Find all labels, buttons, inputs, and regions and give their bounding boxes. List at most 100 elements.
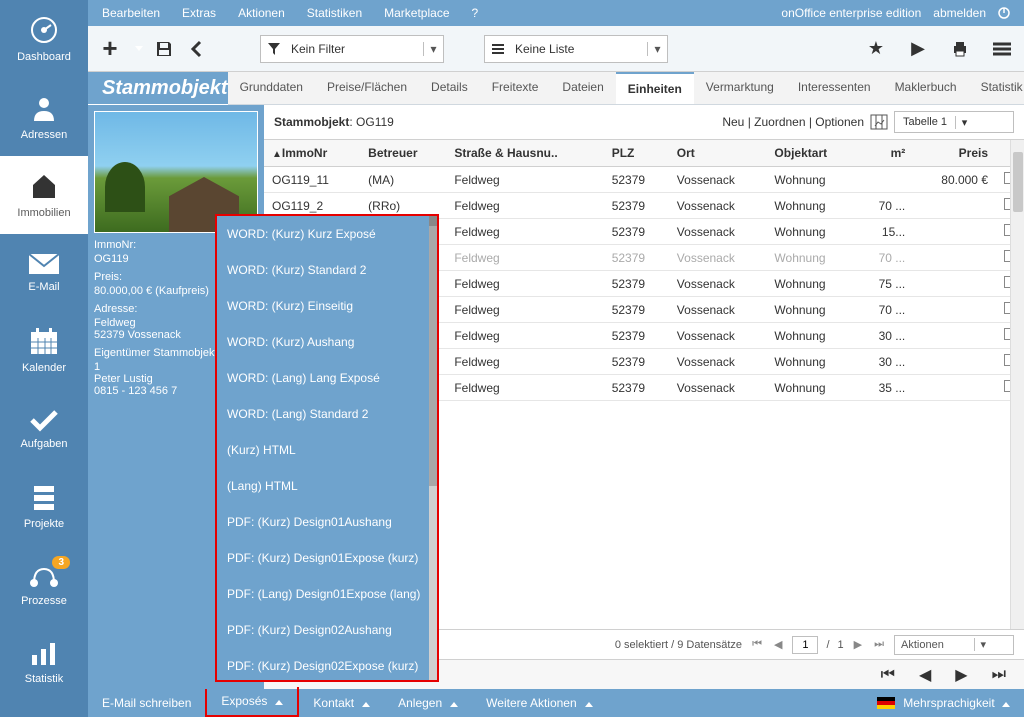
record-first-icon[interactable]: ⏮ xyxy=(881,666,895,684)
tab-interessenten[interactable]: Interessenten xyxy=(786,72,883,104)
expose-menu-item[interactable]: PDF: (Kurz) Design02Aushang xyxy=(217,612,437,648)
col-immonr[interactable]: ▲ImmoNr xyxy=(264,140,360,167)
expose-menu-item[interactable]: WORD: (Kurz) Kurz Exposé xyxy=(217,216,437,252)
col-strasse[interactable]: Straße & Hausnu.. xyxy=(446,140,603,167)
subhead-links[interactable]: Neu | Zuordnen | Optionen xyxy=(722,115,864,129)
play-icon[interactable]: ▶ xyxy=(906,37,930,61)
nav-immobilien[interactable]: Immobilien xyxy=(0,156,88,234)
table-cell: Vossenack xyxy=(669,297,767,323)
nav-email[interactable]: E-Mail xyxy=(0,234,88,312)
pager-page-input[interactable] xyxy=(792,636,818,654)
expose-menu-item[interactable]: (Lang) HTML xyxy=(217,468,437,504)
power-icon[interactable] xyxy=(998,7,1010,19)
col-m2[interactable]: m² xyxy=(857,140,913,167)
expose-menu-item[interactable]: WORD: (Kurz) Standard 2 xyxy=(217,252,437,288)
record-prev-icon[interactable]: ◀ xyxy=(919,665,931,685)
nav-dashboard[interactable]: Dashboard xyxy=(0,0,88,78)
pager-prev-icon[interactable]: ◀ xyxy=(772,638,784,651)
menu-icon[interactable] xyxy=(990,37,1014,61)
tab-maklerbuch[interactable]: Maklerbuch xyxy=(883,72,969,104)
table-cell: Wohnung xyxy=(766,297,857,323)
subheader: Stammobjekt: OG119 Neu | Zuordnen | Opti… xyxy=(264,105,1024,139)
menu-help[interactable]: ? xyxy=(472,6,479,20)
table-row[interactable]: OG119_11(MA)Feldweg52379VossenackWohnung… xyxy=(264,167,1024,193)
pager-next-icon[interactable]: ▶ xyxy=(852,638,864,651)
table-cell: Wohnung xyxy=(766,193,857,219)
nav-adressen[interactable]: Adressen xyxy=(0,78,88,156)
pager-status: 0 selektiert / 9 Datensätze xyxy=(615,639,742,651)
expose-menu-item[interactable]: PDF: (Lang) Design01Expose (lang) xyxy=(217,576,437,612)
back-button[interactable] xyxy=(186,37,210,61)
chevron-down-icon[interactable]: ▾ xyxy=(423,42,443,56)
nav-kalender[interactable]: Kalender xyxy=(0,312,88,390)
expose-menu-item[interactable]: WORD: (Kurz) Aushang xyxy=(217,324,437,360)
record-next-icon[interactable]: ▶ xyxy=(955,665,967,685)
email-write-button[interactable]: E-Mail schreiben xyxy=(88,689,205,717)
expose-menu-item[interactable]: WORD: (Lang) Lang Exposé xyxy=(217,360,437,396)
expose-popup: WORD: (Kurz) Kurz ExposéWORD: (Kurz) Sta… xyxy=(215,214,439,682)
add-button[interactable]: + xyxy=(98,37,122,61)
filter-combo[interactable]: Kein Filter ▾ xyxy=(260,35,444,63)
menu-statistiken[interactable]: Statistiken xyxy=(307,6,362,20)
tab-details[interactable]: Details xyxy=(419,72,480,104)
col-ort[interactable]: Ort xyxy=(669,140,767,167)
expose-menu-item[interactable]: PDF: (Kurz) Design01Expose (kurz) xyxy=(217,540,437,576)
expose-menu-button[interactable]: Exposés xyxy=(205,687,299,717)
pager-actions-value: Aktionen xyxy=(895,639,974,651)
nav-badge: 3 xyxy=(52,556,70,569)
nav-statistik[interactable]: Statistik xyxy=(0,624,88,702)
nav-aufgaben[interactable]: Aufgaben xyxy=(0,390,88,468)
pager-last-icon[interactable]: ⏭ xyxy=(872,638,886,651)
col-plz[interactable]: PLZ xyxy=(604,140,669,167)
save-button[interactable] xyxy=(152,37,176,61)
list-combo[interactable]: Keine Liste ▾ xyxy=(484,35,668,63)
tab-einheiten[interactable]: Einheiten xyxy=(616,72,694,104)
tab-grunddaten[interactable]: Grunddaten xyxy=(228,72,315,104)
popup-scrollbar[interactable] xyxy=(429,216,437,680)
table-cell: (MA) xyxy=(360,167,446,193)
tab-freitexte[interactable]: Freitexte xyxy=(480,72,551,104)
expose-menu-item[interactable]: PDF: (Kurz) Design02Expose (kurz) xyxy=(217,648,437,682)
menu-aktionen[interactable]: Aktionen xyxy=(238,6,285,20)
nav-projekte[interactable]: Projekte xyxy=(0,468,88,546)
chevron-down-icon[interactable]: ▾ xyxy=(974,638,992,651)
print-icon[interactable] xyxy=(948,37,972,61)
tab-statistik[interactable]: Statistik xyxy=(969,72,1024,104)
expose-menu-item[interactable]: PDF: (Kurz) Design01Aushang xyxy=(217,504,437,540)
col-preis[interactable]: Preis xyxy=(913,140,996,167)
tab-vermarktung[interactable]: Vermarktung xyxy=(694,72,786,104)
table-cell: 80.000 € xyxy=(913,167,996,193)
weitere-menu-button[interactable]: Weitere Aktionen xyxy=(472,689,607,717)
expose-menu-item[interactable]: WORD: (Lang) Standard 2 xyxy=(217,396,437,432)
multilang-button[interactable]: Mehrsprachigkeit xyxy=(903,696,1010,710)
anlegen-menu-button[interactable]: Anlegen xyxy=(384,689,472,717)
col-betreuer[interactable]: Betreuer xyxy=(360,140,446,167)
menu-bearbeiten[interactable]: Bearbeiten xyxy=(102,6,160,20)
columns-icon[interactable] xyxy=(870,114,888,130)
nav-prozesse[interactable]: 3 Prozesse xyxy=(0,546,88,624)
expose-menu-item[interactable]: (Kurz) HTML xyxy=(217,432,437,468)
kontakt-menu-button[interactable]: Kontakt xyxy=(299,689,384,717)
filter-value: Kein Filter xyxy=(287,42,423,56)
chevron-down-icon[interactable]: ▾ xyxy=(955,116,973,129)
tab-preise[interactable]: Preise/Flächen xyxy=(315,72,419,104)
menu-extras[interactable]: Extras xyxy=(182,6,216,20)
mail-icon xyxy=(28,253,60,275)
add-dropdown[interactable] xyxy=(132,37,142,61)
menu-marketplace[interactable]: Marketplace xyxy=(384,6,449,20)
pager-first-icon[interactable]: ⏮ xyxy=(750,638,764,651)
pager-actions-combo[interactable]: Aktionen ▾ xyxy=(894,635,1014,655)
logout-link[interactable]: abmelden xyxy=(933,6,986,20)
nav-label: Statistik xyxy=(25,673,64,685)
record-last-icon[interactable]: ⏭ xyxy=(992,666,1006,684)
expose-menu-item[interactable]: WORD: (Kurz) Einseitig xyxy=(217,288,437,324)
table-cell: Vossenack xyxy=(669,271,767,297)
table-cell: 70 ... xyxy=(857,193,913,219)
tableview-combo[interactable]: Tabelle 1 ▾ xyxy=(894,111,1014,133)
vertical-scrollbar[interactable] xyxy=(1010,140,1024,629)
subhead-prefix: Stammobjekt xyxy=(274,115,349,129)
star-icon[interactable]: ★ xyxy=(864,37,888,61)
chevron-down-icon[interactable]: ▾ xyxy=(647,42,667,56)
col-objektart[interactable]: Objektart xyxy=(766,140,857,167)
tab-dateien[interactable]: Dateien xyxy=(550,72,615,104)
